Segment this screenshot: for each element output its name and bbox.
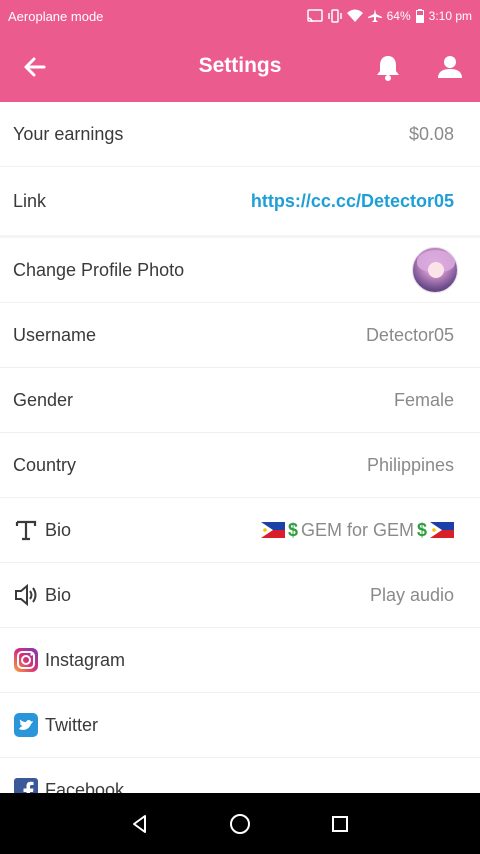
status-icons: 64% 3:10 pm <box>306 9 472 23</box>
bio-audio-label: Bio <box>45 584 72 605</box>
bio-text-value: $ GEM for GEM $ <box>260 519 454 541</box>
link-label: Link <box>13 190 47 211</box>
twitter-icon <box>14 713 38 737</box>
facebook-icon <box>14 778 38 793</box>
earnings-row[interactable]: Your earnings $0.08 <box>0 102 480 167</box>
twitter-label: Twitter <box>45 714 99 735</box>
change-photo-label: Change Profile Photo <box>13 259 185 280</box>
country-value: Philippines <box>366 454 454 475</box>
bio-text-label: Bio <box>45 519 72 540</box>
profile-link[interactable]: https://cc.cc/Detector05 <box>251 191 454 212</box>
clock: 3:10 pm <box>428 9 472 23</box>
change-photo-row[interactable]: Change Profile Photo <box>0 238 480 303</box>
profile-icon[interactable] <box>436 52 464 82</box>
gender-label: Gender <box>13 389 74 410</box>
nav-recents-button[interactable] <box>326 810 354 838</box>
nav-home-button[interactable] <box>226 810 254 838</box>
system-nav-bar <box>0 793 480 854</box>
dollar-sign-left: $ <box>287 519 298 540</box>
bell-icon[interactable] <box>374 52 402 82</box>
square-recents-icon <box>332 815 348 832</box>
facebook-row[interactable]: Facebook <box>0 758 480 793</box>
battery-icon <box>415 9 424 23</box>
status-airplane-text: Aeroplane mode <box>8 8 104 24</box>
nav-back-button[interactable] <box>126 810 154 838</box>
username-value: Detector05 <box>365 324 454 345</box>
facebook-label: Facebook <box>45 779 125 794</box>
wifi-icon <box>346 9 363 22</box>
cast-icon <box>306 9 323 23</box>
bio-text-label-group: Bio <box>13 517 71 543</box>
link-row[interactable]: Link https://cc.cc/Detector05 <box>0 167 480 238</box>
username-row[interactable]: Username Detector05 <box>0 303 480 368</box>
text-format-icon <box>15 520 37 541</box>
gender-row[interactable]: Gender Female <box>0 368 480 433</box>
instagram-label-group: Instagram <box>13 647 125 673</box>
philippines-flag-icon <box>260 522 285 538</box>
vibrate-icon <box>327 9 342 23</box>
twitter-label-group: Twitter <box>13 712 98 738</box>
bio-text-row[interactable]: Bio $ GEM for GEM $ <box>0 498 480 563</box>
play-audio-link[interactable]: Play audio <box>370 585 454 606</box>
airplane-icon <box>367 9 382 22</box>
earnings-value: $0.08 <box>408 123 454 144</box>
bio-audio-row[interactable]: Bio Play audio <box>0 563 480 628</box>
facebook-label-group: Facebook <box>13 777 124 793</box>
earnings-label: Your earnings <box>13 123 124 144</box>
gender-value: Female <box>393 389 454 410</box>
philippines-flag-icon <box>430 522 454 538</box>
app-bar: Settings <box>0 32 480 102</box>
battery-percent: 64% <box>386 9 411 23</box>
instagram-row[interactable]: Instagram <box>0 628 480 693</box>
status-bar: Aeroplane mode 64% 3:10 pm <box>0 0 480 32</box>
username-label: Username <box>13 324 97 345</box>
speaker-icon <box>15 583 37 607</box>
country-label: Country <box>13 454 77 475</box>
avatar[interactable] <box>412 247 458 293</box>
twitter-row[interactable]: Twitter <box>0 693 480 758</box>
dollar-sign-right: $ <box>416 519 427 540</box>
country-row[interactable]: Country Philippines <box>0 433 480 498</box>
circle-home-icon <box>230 813 250 834</box>
page-title: Settings <box>198 54 282 77</box>
instagram-label: Instagram <box>45 649 126 670</box>
triangle-back-icon <box>133 814 146 833</box>
bio-audio-label-group: Bio <box>13 582 71 608</box>
instagram-icon <box>14 648 38 672</box>
settings-list: Your earnings $0.08 Link https://cc.cc/D… <box>0 102 480 793</box>
bio-text-content: GEM for GEM <box>300 519 414 540</box>
